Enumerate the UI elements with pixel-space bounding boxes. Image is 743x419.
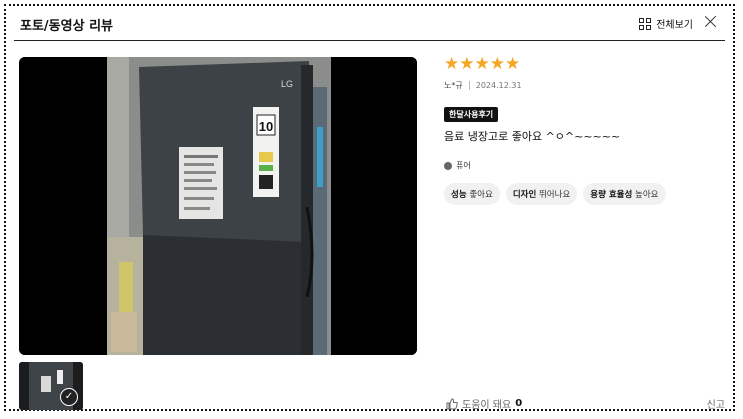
helpful-count: 0: [515, 398, 523, 409]
review-date: 2024.12.31: [475, 81, 522, 90]
brand-logo-text: LG: [281, 79, 293, 89]
review-details: ★★★★★ 노*규 2024.12.31 한달사용후기 음료 냉장고로 좋아요 …: [444, 54, 729, 205]
usage-badge: 한달사용후기: [444, 107, 499, 122]
review-tag: 성능 좋아요: [444, 183, 500, 205]
review-tags: 성능 좋아요 디자인 뛰어나요 용량 효율성 높아요: [444, 183, 729, 205]
tag-value: 좋아요: [469, 190, 493, 200]
view-all-button[interactable]: 전체보기: [639, 16, 693, 31]
option-label: 퓨어: [456, 161, 471, 170]
thumbs-up-icon: [446, 397, 458, 409]
tag-key: 디자인: [512, 190, 537, 200]
modal-header: 포토/동영상 리뷰 전체보기: [14, 10, 725, 41]
review-tag: 디자인 뛰어나요: [505, 183, 578, 205]
modal-title: 포토/동영상 리뷰: [20, 19, 113, 34]
review-modal: 포토/동영상 리뷰 전체보기 10 LG ✓ ★★★★★ 노*규 2024.12…: [4, 4, 735, 411]
product-option: 퓨어: [444, 160, 729, 171]
helpful-button[interactable]: 도움이 돼요 0: [446, 396, 522, 411]
star-rating: ★★★★★: [444, 54, 521, 74]
close-icon[interactable]: [701, 12, 721, 32]
refrigerator-image: 10 LG: [19, 57, 417, 355]
color-dot-icon: [444, 161, 452, 170]
energy-grade-label: 10: [259, 119, 273, 134]
grid-icon: [639, 17, 652, 30]
review-tag: 용량 효율성 높아요: [583, 183, 666, 205]
selected-check-icon: ✓: [60, 388, 78, 406]
report-link[interactable]: 신고: [707, 396, 725, 411]
tag-key: 용량 효율성: [590, 190, 633, 200]
helpful-label: 도움이 돼요: [462, 400, 512, 411]
review-photo: 10 LG: [19, 57, 417, 355]
view-all-label: 전체보기: [656, 20, 693, 31]
meta-divider: [468, 81, 470, 90]
author-name: 노*규: [444, 81, 463, 90]
tag-value: 뛰어나요: [538, 190, 571, 200]
tag-value: 높아요: [635, 190, 659, 200]
review-text: 음료 냉장고로 좋아요 ^ㅇ^~~~~~: [444, 130, 621, 143]
photo-thumbnail[interactable]: ✓: [19, 362, 83, 410]
tag-key: 성능: [451, 190, 467, 200]
review-meta: 노*규 2024.12.31: [444, 80, 729, 91]
